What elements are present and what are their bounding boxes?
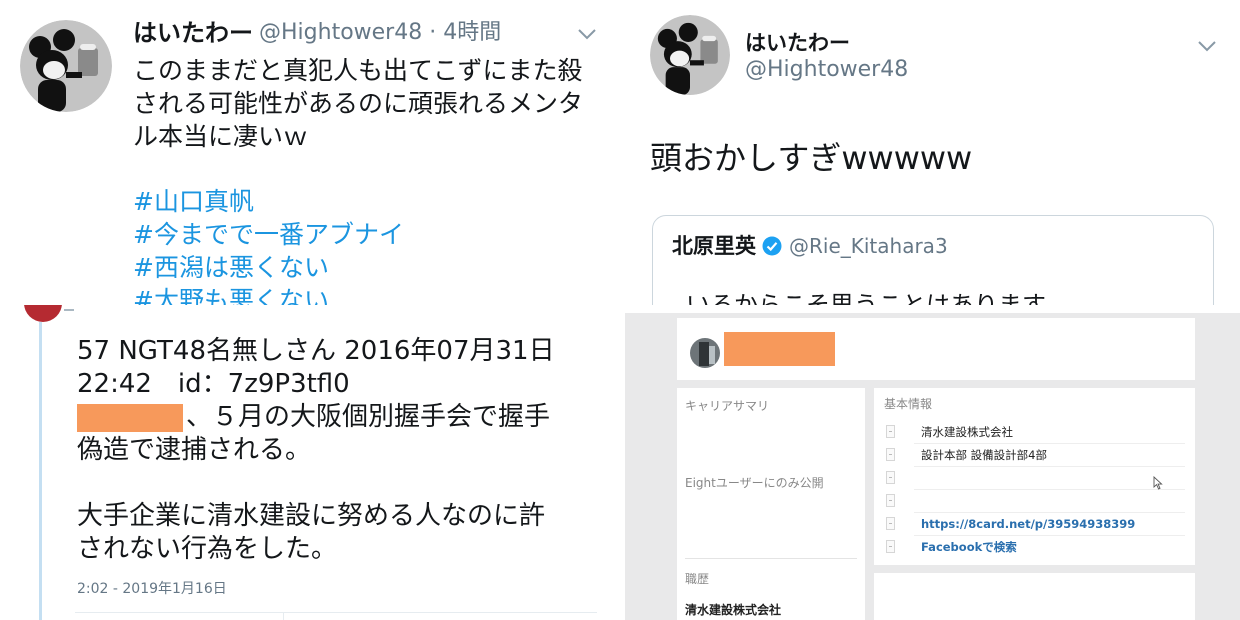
quoted-tweet-text: いるからこそ思うことはあります	[686, 291, 1046, 305]
hashtag-link[interactable]: #太野も悪くない	[133, 284, 329, 305]
tweet-header: はいたわー @Hightower48 · 4時間	[133, 16, 501, 50]
hashtag-link[interactable]: #西潟は悪くない	[133, 251, 329, 284]
info-row: 設計本部 設備設計部4部	[874, 444, 1195, 467]
avatar[interactable]	[20, 20, 112, 112]
verified-badge-icon	[762, 236, 782, 256]
facebook-search-link[interactable]: Facebookで検索	[921, 539, 1017, 555]
timeline-tweet-panel: はいたわー @Hightower48 · 4時間 このままだと真犯人も出てこずに…	[0, 0, 620, 305]
field-icon	[886, 517, 895, 530]
field-icon	[886, 471, 895, 484]
tweet-text-line: 57 NGT48名無しさん 2016年07月31日	[77, 336, 555, 366]
eight-profile-panel: キャリアサマリ Eightユーザーにのみ公開 職歴 清水建設株式会社 基本情報 …	[625, 313, 1240, 620]
chevron-down-icon[interactable]	[1197, 38, 1217, 57]
info-row: 清水建設株式会社	[874, 421, 1195, 444]
quoted-user-name: 北原里英	[672, 234, 756, 258]
career-card: キャリアサマリ Eightユーザーにのみ公開 職歴 清水建設株式会社	[677, 388, 865, 620]
tweet-text-line: 大手企業に清水建設に努める人なのに許	[77, 501, 546, 531]
redaction-box	[724, 332, 835, 366]
basic-info-card: 基本情報 清水建設株式会社 設計本部 設備設計部4部 https://8card…	[874, 388, 1195, 565]
info-row-value: 設計本部 設備設計部4部	[921, 448, 1047, 462]
profile-header-card	[677, 318, 1195, 380]
field-icon	[886, 425, 895, 438]
info-row	[874, 490, 1195, 513]
user-handle[interactable]: @Hightower48	[745, 57, 908, 83]
name-separator	[64, 309, 74, 311]
divider	[283, 612, 284, 620]
user-name[interactable]: はいたわー	[133, 16, 253, 50]
info-row: https://8card.net/p/39594938399	[874, 513, 1195, 536]
divider	[75, 612, 597, 613]
tweet-text-line: 偽造で逮捕される。	[77, 435, 312, 465]
visibility-note: Eightユーザーにのみ公開	[685, 476, 824, 490]
field-icon	[886, 448, 895, 461]
avatar[interactable]	[690, 338, 720, 368]
quoted-user-handle: @Rie_Kitahara3	[789, 234, 948, 258]
tweet-text-fragment: 、５月の大阪個別握手会で握手	[186, 402, 551, 432]
career-summary-title: キャリアサマリ	[685, 399, 770, 413]
tweet-detail-panel: はいたわー @Hightower48 頭おかしすぎwwwww 北原里英 @Rie…	[625, 0, 1240, 305]
redaction-box	[77, 403, 183, 432]
tweet-text-line: このままだと真犯人も出てこずにまた殺	[133, 56, 583, 85]
cartoon-avatar-icon	[20, 20, 112, 112]
avatar[interactable]	[24, 305, 62, 322]
additional-card	[874, 573, 1195, 620]
cartoon-avatar-icon	[650, 15, 730, 95]
hashtag-link[interactable]: #山口真帆	[133, 185, 254, 218]
user-name[interactable]: はいたわー	[745, 30, 850, 56]
profile-url-link[interactable]: https://8card.net/p/39594938399	[921, 516, 1135, 532]
quoted-tweet[interactable]: 北原里英 @Rie_Kitahara3 いるからこそ思うことはあります	[652, 215, 1214, 305]
history-company: 清水建設株式会社	[685, 603, 782, 617]
tweet-text-line: ル本当に凄いｗ	[133, 122, 309, 151]
info-row	[874, 467, 1195, 490]
chevron-down-icon[interactable]	[577, 26, 597, 45]
basic-info-title: 基本情報	[884, 397, 933, 411]
tweet-text-line: 、５月の大阪個別握手会で握手	[77, 401, 550, 434]
screenshot-collage: はいたわー @Hightower48 · 4時間 このままだと真犯人も出てこずに…	[0, 0, 1240, 620]
tweet-text-line: されない行為をした。	[77, 534, 338, 564]
quoted-tweet-header: 北原里英 @Rie_Kitahara3	[672, 233, 948, 259]
tweet-timestamp[interactable]: 2:02 - 2019年1月16日	[77, 580, 227, 598]
history-title: 職歴	[685, 572, 710, 586]
hashtag-link[interactable]: #今までで一番アブナイ	[133, 218, 404, 251]
mouse-cursor-icon	[1153, 475, 1163, 494]
info-row: Facebookで検索	[874, 536, 1195, 559]
tweet-text-line: される可能性があるのに頑張れるメンタ	[133, 89, 584, 118]
field-icon	[886, 540, 895, 553]
field-icon	[886, 494, 895, 507]
avatar[interactable]	[650, 15, 730, 95]
thread-tweet-panel: 57 NGT48名無しさん 2016年07月31日 22:42 id：7z9P3…	[0, 305, 625, 620]
divider	[685, 558, 857, 559]
tweet-text: 頭おかしすぎwwwww	[650, 139, 973, 177]
user-handle-and-time[interactable]: @Hightower48 · 4時間	[259, 16, 501, 50]
thread-connector-line	[39, 322, 42, 620]
tweet-text-line: 22:42 id：7z9P3tfl0	[77, 369, 350, 399]
info-row-value: 清水建設株式会社	[921, 425, 1013, 439]
